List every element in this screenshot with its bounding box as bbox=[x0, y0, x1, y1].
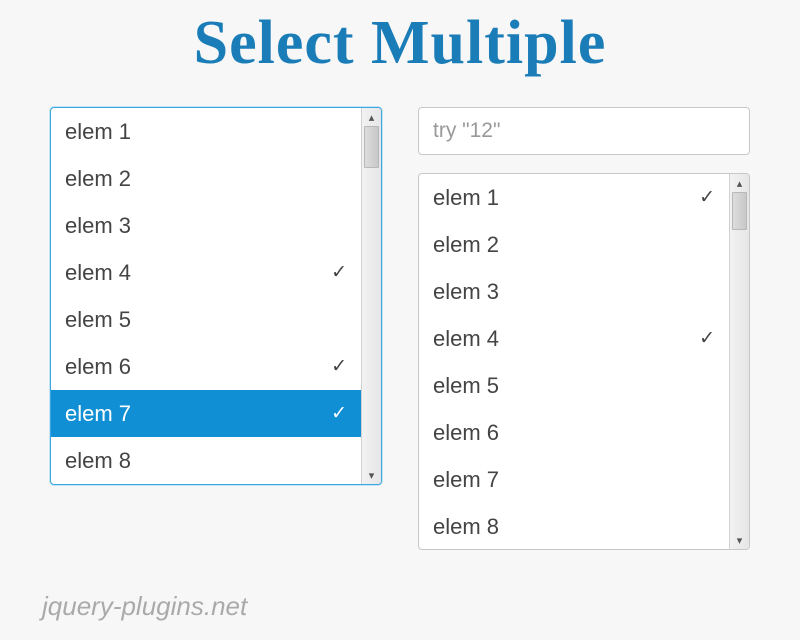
check-icon: ✓ bbox=[331, 402, 347, 425]
right-list-items: elem 1 ✓ elem 2 elem 3 elem 4 ✓ elem 5 e bbox=[419, 174, 729, 549]
list-item[interactable]: elem 3 bbox=[419, 268, 729, 315]
scroll-thumb[interactable] bbox=[732, 192, 747, 230]
item-label: elem 5 bbox=[65, 307, 131, 333]
item-label: elem 8 bbox=[65, 448, 131, 474]
item-label: elem 7 bbox=[65, 401, 131, 427]
item-label: elem 8 bbox=[433, 514, 499, 540]
check-icon: ✓ bbox=[699, 327, 715, 350]
check-icon: ✓ bbox=[699, 186, 715, 209]
right-listbox[interactable]: elem 1 ✓ elem 2 elem 3 elem 4 ✓ elem 5 e bbox=[418, 173, 750, 550]
scroll-track[interactable] bbox=[362, 126, 381, 466]
list-item[interactable]: elem 6 bbox=[419, 409, 729, 456]
list-item[interactable]: elem 8 bbox=[51, 437, 361, 484]
list-item[interactable]: elem 4 ✓ bbox=[419, 315, 729, 362]
item-label: elem 4 bbox=[433, 326, 499, 352]
item-label: elem 1 bbox=[65, 119, 131, 145]
list-item[interactable]: elem 7 ✓ bbox=[51, 390, 361, 437]
scroll-thumb[interactable] bbox=[364, 126, 379, 168]
list-item[interactable]: elem 2 bbox=[51, 155, 361, 202]
list-item[interactable]: elem 2 bbox=[419, 221, 729, 268]
list-item[interactable]: elem 7 bbox=[419, 456, 729, 503]
list-item[interactable]: elem 1 ✓ bbox=[419, 174, 729, 221]
scroll-track[interactable] bbox=[730, 192, 749, 531]
scroll-down-icon[interactable]: ▾ bbox=[730, 531, 749, 549]
scrollbar[interactable]: ▴ ▾ bbox=[361, 108, 381, 484]
item-label: elem 7 bbox=[433, 467, 499, 493]
item-label: elem 3 bbox=[433, 279, 499, 305]
left-listbox[interactable]: elem 1 elem 2 elem 3 elem 4 ✓ elem 5 ele… bbox=[50, 107, 382, 485]
left-column: elem 1 elem 2 elem 3 elem 4 ✓ elem 5 ele… bbox=[50, 107, 382, 550]
list-item[interactable]: elem 5 bbox=[419, 362, 729, 409]
check-icon: ✓ bbox=[331, 261, 347, 284]
list-item[interactable]: elem 6 ✓ bbox=[51, 343, 361, 390]
item-label: elem 2 bbox=[65, 166, 131, 192]
right-column: try "12" elem 1 ✓ elem 2 elem 3 elem 4 ✓ bbox=[418, 107, 750, 550]
item-label: elem 3 bbox=[65, 213, 131, 239]
watermark-text: jquery-plugins.net bbox=[42, 591, 247, 622]
scroll-up-icon[interactable]: ▴ bbox=[730, 174, 749, 192]
search-input[interactable]: try "12" bbox=[418, 107, 750, 155]
item-label: elem 4 bbox=[65, 260, 131, 286]
list-item[interactable]: elem 8 bbox=[419, 503, 729, 549]
list-item[interactable]: elem 3 bbox=[51, 202, 361, 249]
item-label: elem 6 bbox=[433, 420, 499, 446]
list-item[interactable]: elem 4 ✓ bbox=[51, 249, 361, 296]
scrollbar[interactable]: ▴ ▾ bbox=[729, 174, 749, 549]
list-item[interactable]: elem 1 bbox=[51, 108, 361, 155]
item-label: elem 1 bbox=[433, 185, 499, 211]
scroll-down-icon[interactable]: ▾ bbox=[362, 466, 381, 484]
item-label: elem 2 bbox=[433, 232, 499, 258]
check-icon: ✓ bbox=[331, 355, 347, 378]
scroll-up-icon[interactable]: ▴ bbox=[362, 108, 381, 126]
item-label: elem 5 bbox=[433, 373, 499, 399]
page-title: Select Multiple bbox=[40, 8, 760, 79]
left-list-items: elem 1 elem 2 elem 3 elem 4 ✓ elem 5 ele… bbox=[51, 108, 361, 484]
item-label: elem 6 bbox=[65, 354, 131, 380]
list-item[interactable]: elem 5 bbox=[51, 296, 361, 343]
